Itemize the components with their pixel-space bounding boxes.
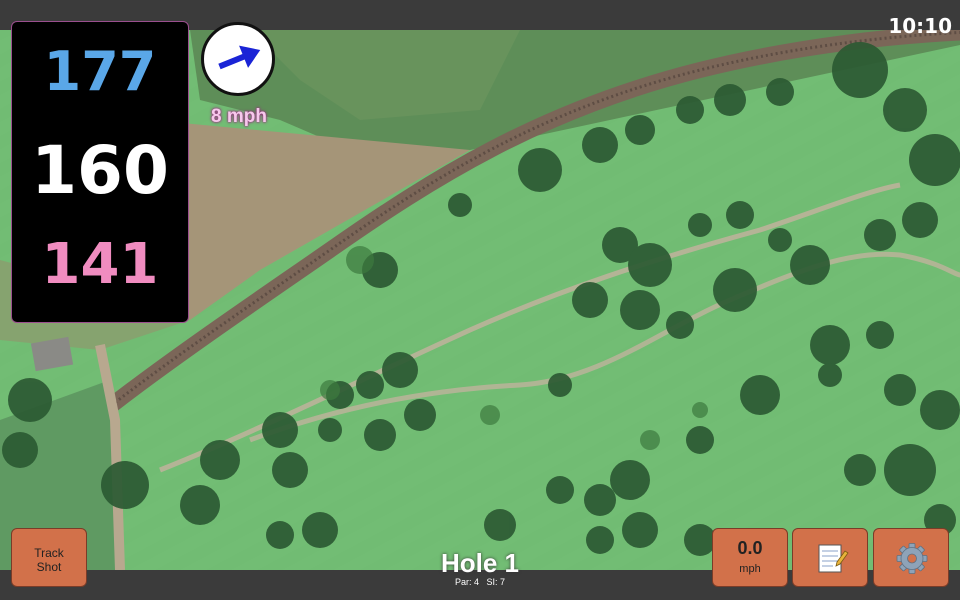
- clock: 10:10: [888, 14, 952, 38]
- wind-arrow-icon: [218, 45, 261, 70]
- wind-button-value: 0.0: [737, 538, 763, 558]
- wind-direction-indicator: [201, 22, 275, 96]
- front-distance: 141: [41, 232, 159, 297]
- notes-button[interactable]: [792, 528, 868, 587]
- wind-button-unit: mph: [739, 563, 761, 575]
- track-shot-label-line2: Shot: [36, 560, 62, 574]
- hole-par: Par: 4: [454, 577, 479, 587]
- back-distance: 177: [43, 40, 157, 103]
- distance-panel: 177 160 141: [11, 21, 189, 323]
- wind-speed-button[interactable]: 0.0 mph: [712, 528, 788, 587]
- track-shot-button[interactable]: Track Shot: [11, 528, 87, 587]
- hole-title: Hole 1: [440, 548, 520, 578]
- hole-info: Par: 4 SI: 7: [380, 577, 580, 587]
- wind-speed-label: 8 mph: [211, 106, 267, 127]
- track-shot-label-line1: Track: [34, 546, 64, 560]
- memo-icon: [818, 544, 849, 573]
- hole-stroke-index: SI: 7: [486, 577, 506, 587]
- golf-gps-screen: 10:10 177 160 141 8 mph Track Shot Hole …: [0, 0, 960, 600]
- settings-button[interactable]: [873, 528, 949, 587]
- center-distance: 160: [31, 132, 169, 209]
- gear-icon: [896, 543, 928, 574]
